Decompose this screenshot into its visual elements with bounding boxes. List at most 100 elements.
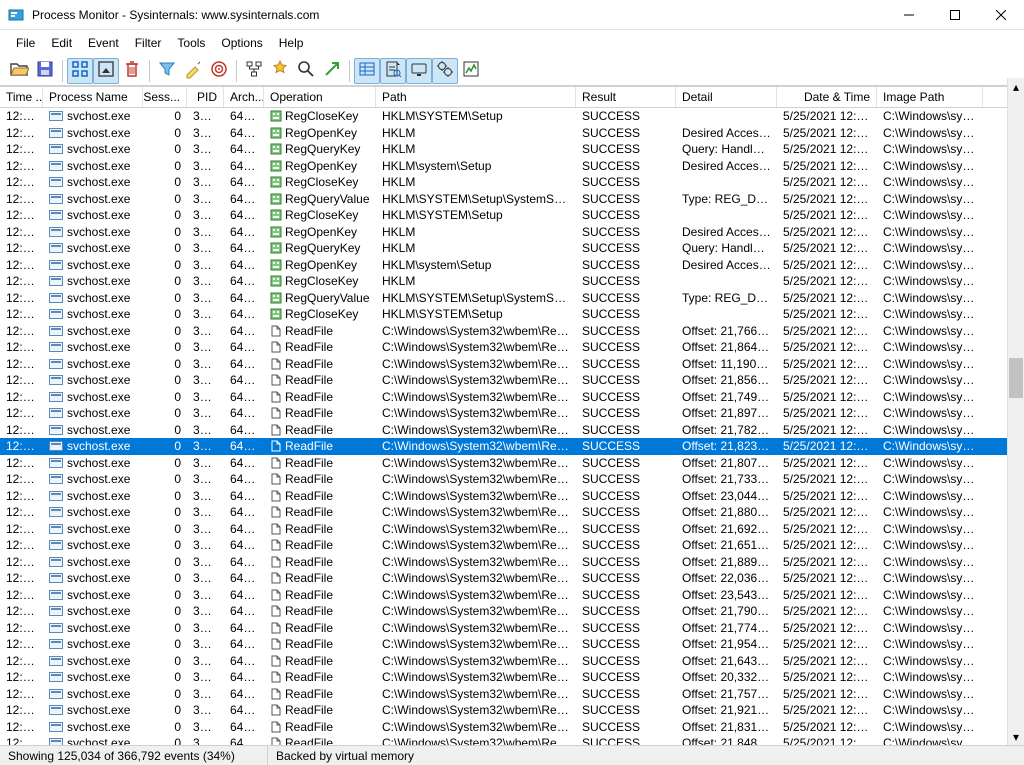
cell-time: 12:42:...	[0, 669, 43, 685]
close-button[interactable]	[978, 0, 1024, 30]
event-row[interactable]: 12:42:...svchost.exe0313264-bitReadFileC…	[0, 554, 1024, 571]
event-row[interactable]: 12:42:...svchost.exe0313264-bitReadFileC…	[0, 603, 1024, 620]
toolbar-autoscroll-button[interactable]	[93, 58, 119, 84]
cell-dt: 5/25/2021 12:42:...	[777, 686, 877, 702]
title-bar: Process Monitor - Sysinternals: www.sysi…	[0, 0, 1024, 30]
toolbar-jump-button[interactable]	[319, 58, 345, 84]
event-row[interactable]: 12:42:...svchost.exe0313264-bitReadFileC…	[0, 669, 1024, 686]
event-row[interactable]: 12:42:...svchost.exe0313264-bitRegQueryK…	[0, 141, 1024, 158]
column-header-path[interactable]: Path	[376, 87, 576, 107]
toolbar-clear-button[interactable]	[119, 58, 145, 84]
event-row[interactable]: 12:42:...svchost.exe0313264-bitReadFileC…	[0, 719, 1024, 736]
menu-filter[interactable]: Filter	[127, 32, 170, 54]
menu-file[interactable]: File	[8, 32, 43, 54]
event-row[interactable]: 12:42:...svchost.exe0313264-bitRegOpenKe…	[0, 224, 1024, 241]
toolbar-find-button[interactable]	[293, 58, 319, 84]
event-row[interactable]: 12:42:...svchost.exe0313264-bitReadFileC…	[0, 488, 1024, 505]
event-row[interactable]: 12:42:...svchost.exe0313264-bitReadFileC…	[0, 702, 1024, 719]
event-row[interactable]: 12:42:...svchost.exe0313264-bitReadFileC…	[0, 570, 1024, 587]
cell-arch: 64-bit	[224, 191, 264, 207]
vertical-scrollbar[interactable]: ▴ ▾	[1007, 78, 1024, 745]
cell-detail: Offset: 21,897,216,...	[676, 405, 777, 421]
toolbar-show-profiling-button[interactable]	[458, 58, 484, 84]
event-row[interactable]: 12:42:...svchost.exe0313264-bitReadFileC…	[0, 438, 1024, 455]
menu-options[interactable]: Options	[213, 32, 270, 54]
menu-bar: FileEditEventFilterToolsOptionsHelp	[0, 30, 1024, 56]
toolbar-open-button[interactable]	[6, 58, 32, 84]
event-row[interactable]: 12:42:...svchost.exe0313264-bitReadFileC…	[0, 620, 1024, 637]
toolbar-find-activity-button[interactable]	[267, 58, 293, 84]
event-row[interactable]: 12:42:...svchost.exe0313264-bitReadFileC…	[0, 521, 1024, 538]
toolbar-show-network-button[interactable]	[406, 58, 432, 84]
event-row[interactable]: 12:42:...svchost.exe0313264-bitRegCloseK…	[0, 207, 1024, 224]
cell-dt: 5/25/2021 12:42:...	[777, 356, 877, 372]
menu-event[interactable]: Event	[80, 32, 127, 54]
maximize-button[interactable]	[932, 0, 978, 30]
column-header-result[interactable]: Result	[576, 87, 676, 107]
scroll-thumb[interactable]	[1009, 358, 1023, 398]
event-row[interactable]: 12:42:...svchost.exe0313264-bitRegCloseK…	[0, 273, 1024, 290]
event-row[interactable]: 12:42:...svchost.exe0313264-bitRegCloseK…	[0, 306, 1024, 323]
cell-arch: 64-bit	[224, 719, 264, 735]
process-icon	[49, 111, 63, 121]
scroll-down-icon[interactable]: ▾	[1008, 728, 1024, 745]
event-row[interactable]: 12:42:...svchost.exe0313264-bitReadFileC…	[0, 653, 1024, 670]
event-row[interactable]: 12:42:...svchost.exe0313264-bitReadFileC…	[0, 356, 1024, 373]
toolbar-highlight-button[interactable]	[180, 58, 206, 84]
toolbar-capture-button[interactable]	[67, 58, 93, 84]
event-row[interactable]: 12:42:...svchost.exe0313264-bitReadFileC…	[0, 389, 1024, 406]
find-icon	[296, 59, 316, 82]
toolbar-show-filesystem-button[interactable]	[380, 58, 406, 84]
event-row[interactable]: 12:42:...svchost.exe0313264-bitReadFileC…	[0, 422, 1024, 439]
file-op-icon	[270, 523, 282, 535]
cell-session: 0	[143, 257, 187, 273]
event-row[interactable]: 12:42:...svchost.exe0313264-bitReadFileC…	[0, 471, 1024, 488]
event-row[interactable]: 12:42:...svchost.exe0313264-bitRegOpenKe…	[0, 158, 1024, 175]
minimize-button[interactable]	[886, 0, 932, 30]
event-row[interactable]: 12:42:...svchost.exe0313264-bitReadFileC…	[0, 405, 1024, 422]
column-header-time[interactable]: Time ...	[0, 87, 43, 107]
event-row[interactable]: 12:42:...svchost.exe0313264-bitReadFileC…	[0, 686, 1024, 703]
event-row[interactable]: 12:42:...svchost.exe0313264-bitReadFileC…	[0, 372, 1024, 389]
event-row[interactable]: 12:42:...svchost.exe0313264-bitReadFileC…	[0, 636, 1024, 653]
column-header-session[interactable]: Sess...	[143, 87, 187, 107]
event-row[interactable]: 12:42:...svchost.exe0313264-bitRegQueryV…	[0, 191, 1024, 208]
toolbar-show-registry-button[interactable]	[354, 58, 380, 84]
grid-body[interactable]: 12:42:...svchost.exe0313264-bitRegCloseK…	[0, 108, 1024, 745]
event-row[interactable]: 12:42:...svchost.exe0313264-bitRegQueryK…	[0, 240, 1024, 257]
event-row[interactable]: 12:42:...svchost.exe0313264-bitRegOpenKe…	[0, 257, 1024, 274]
event-row[interactable]: 12:42:...svchost.exe0313264-bitReadFileC…	[0, 587, 1024, 604]
scroll-up-icon[interactable]: ▴	[1008, 78, 1024, 95]
event-row[interactable]: 12:42:...svchost.exe0313264-bitRegQueryV…	[0, 290, 1024, 307]
column-header-pname[interactable]: Process Name	[43, 87, 143, 107]
column-header-arch[interactable]: Arch...	[224, 87, 264, 107]
event-row[interactable]: 12:42:...svchost.exe0313264-bitRegOpenKe…	[0, 125, 1024, 142]
event-row[interactable]: 12:42:...svchost.exe0313264-bitReadFileC…	[0, 537, 1024, 554]
menu-edit[interactable]: Edit	[43, 32, 80, 54]
column-header-pid[interactable]: PID	[187, 87, 224, 107]
event-row[interactable]: 12:42:...svchost.exe0313264-bitRegCloseK…	[0, 174, 1024, 191]
toolbar-filter-button[interactable]	[154, 58, 180, 84]
column-header-op[interactable]: Operation	[264, 87, 376, 107]
toolbar-show-process-button[interactable]	[432, 58, 458, 84]
cell-result: SUCCESS	[576, 290, 676, 306]
column-header-image[interactable]: Image Path	[877, 87, 983, 107]
menu-help[interactable]: Help	[271, 32, 312, 54]
cell-result: SUCCESS	[576, 735, 676, 745]
toolbar-process-tree-button[interactable]	[241, 58, 267, 84]
event-row[interactable]: 12:42:...svchost.exe0313264-bitReadFileC…	[0, 504, 1024, 521]
event-row[interactable]: 12:42:...svchost.exe0313264-bitReadFileC…	[0, 339, 1024, 356]
toolbar-target-button[interactable]	[206, 58, 232, 84]
event-row[interactable]: 12:42:...svchost.exe0313264-bitRegCloseK…	[0, 108, 1024, 125]
column-header-dt[interactable]: Date & Time	[777, 87, 877, 107]
cell-session: 0	[143, 603, 187, 619]
column-header-detail[interactable]: Detail	[676, 87, 777, 107]
cell-image: C:\Windows\syste...	[877, 290, 983, 306]
event-row[interactable]: 12:42:...svchost.exe0313264-bitReadFileC…	[0, 455, 1024, 472]
toolbar-save-button[interactable]	[32, 58, 58, 84]
menu-tools[interactable]: Tools	[169, 32, 213, 54]
cell-pid: 3132	[187, 537, 224, 553]
cell-op: RegQueryKey	[264, 141, 376, 157]
event-row[interactable]: 12:42:...svchost.exe0313264-bitReadFileC…	[0, 735, 1024, 745]
event-row[interactable]: 12:42:...svchost.exe0313264-bitReadFileC…	[0, 323, 1024, 340]
